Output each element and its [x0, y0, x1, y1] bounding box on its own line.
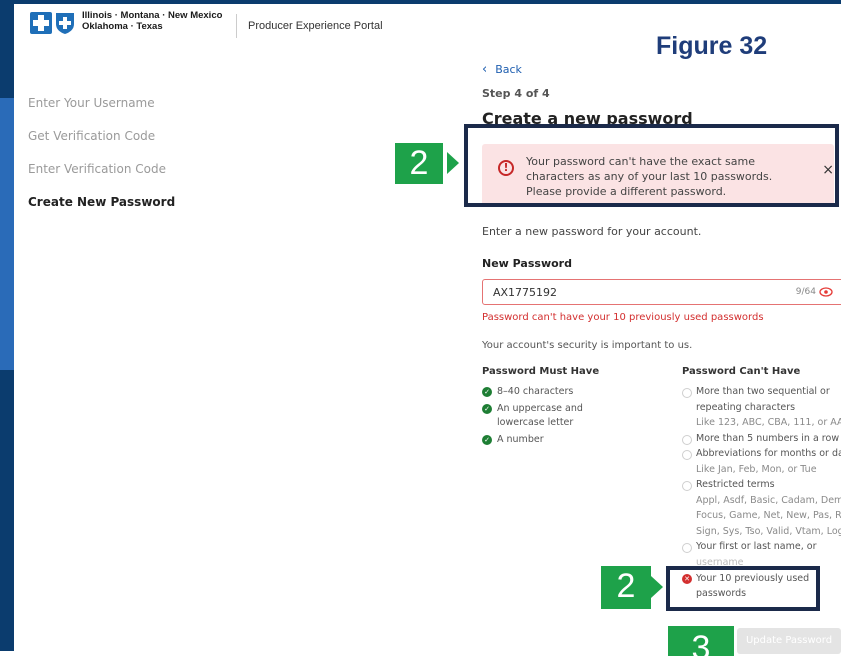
step-sidebar: Enter Your Username Get Verification Cod… [28, 96, 175, 228]
requirement-text: A number [497, 434, 544, 445]
blue-shield-logo-icon [56, 13, 74, 34]
password-value: AX1775192 [493, 286, 558, 299]
circle-icon [682, 450, 692, 460]
circle-icon [682, 434, 692, 445]
check-icon: ✓ [482, 404, 492, 414]
rule-example: Like Jan, Feb, Mon, or Tue [696, 463, 817, 475]
circle-icon [682, 388, 692, 398]
rule-example: Like 123, ABC, CBA, 111, or AAA [696, 417, 841, 428]
must-have-list: ✓ 8–40 characters ✓ An uppercase and lower… [482, 385, 602, 450]
requirement-text: 8–40 characters [497, 386, 574, 397]
new-password-label: New Password [482, 257, 572, 270]
list-item: More than 5 numbers in a row [682, 432, 841, 447]
step-enter-username: Enter Your Username [28, 96, 155, 110]
rule-example: Focus, Game, Net, New, Pas, Ros, [696, 510, 841, 521]
portal-title: Producer Experience Portal [248, 20, 383, 32]
annotation-tag-3: 3 [668, 626, 734, 667]
annotation-highlight-box-previous [666, 566, 820, 611]
logo-line-2: Oklahoma · Texas [82, 21, 163, 32]
eye-icon[interactable] [819, 287, 833, 297]
check-icon: ✓ [482, 435, 492, 445]
rule-example: Appl, Asdf, Basic, Cadam, Demo, [696, 494, 841, 506]
header-divider [236, 14, 237, 38]
logo-line-1: Illinois · Montana · New Mexico [82, 10, 223, 21]
rule-text: Abbreviations for months or days [696, 448, 841, 459]
chevron-left-icon: ‹ [482, 62, 488, 77]
left-edge-highlight [0, 98, 14, 370]
rule-text: Your first or last name, or [696, 541, 817, 552]
annotation-tag-2-error: 2 [395, 143, 443, 184]
must-have-heading: Password Must Have [482, 366, 600, 377]
requirement-text: An uppercase and lowercase letter [497, 403, 583, 428]
step-create-new-password: Create New Password [28, 195, 176, 209]
list-item: Restricted terms [682, 478, 841, 493]
step-enter-verification-code: Enter Verification Code [28, 162, 166, 176]
annotation-tag-2-previous: 2 [601, 566, 651, 609]
list-item: Your first or last name, or [682, 540, 841, 555]
update-password-button[interactable]: Update Password [737, 628, 841, 654]
rule-text-cont: repeating characters [696, 401, 796, 413]
back-link[interactable]: ‹ Back [482, 62, 522, 77]
figure-label: Figure 32 [656, 32, 768, 60]
logo-states-text: Illinois · Montana · New Mexico Oklahoma… [82, 10, 222, 32]
rule-text: Restricted terms [696, 479, 775, 490]
rule-example: Sign, Sys, Tso, Valid, Vtam, Log [696, 525, 841, 537]
blue-cross-logo-icon [30, 12, 52, 34]
annotation-highlight-box-error [464, 124, 839, 207]
list-item: Abbreviations for months or days [682, 447, 841, 462]
check-icon: ✓ [482, 387, 492, 397]
annotation-arrow-previous [651, 576, 663, 598]
security-note: Your account's security is important to … [482, 340, 693, 351]
char-counter: 9/64 [795, 287, 816, 297]
rule-text: More than two sequential or [696, 386, 830, 397]
cant-have-heading: Password Can't Have [682, 366, 801, 377]
step-count: Step 4 of 4 [482, 87, 550, 100]
list-item: More than two sequential or [682, 385, 841, 400]
list-item: ✓ 8–40 characters [482, 385, 602, 399]
list-item: ✓ A number [482, 433, 602, 447]
back-label: Back [495, 63, 522, 76]
rule-text: More than 5 numbers in a row [696, 432, 840, 444]
list-item: ✓ An uppercase and lowercase letter [482, 402, 602, 430]
list-item-continued: repeating characters [682, 401, 841, 416]
step-get-verification-code: Get Verification Code [28, 129, 156, 143]
new-password-input[interactable]: AX1775192 9/64 [482, 279, 841, 305]
instructions-text: Enter a new password for your account. [482, 225, 702, 238]
circle-icon [682, 481, 692, 491]
circle-icon [682, 543, 692, 553]
annotation-arrow-error [447, 152, 459, 174]
password-field-error: Password can't have your 10 previously u… [482, 312, 764, 323]
